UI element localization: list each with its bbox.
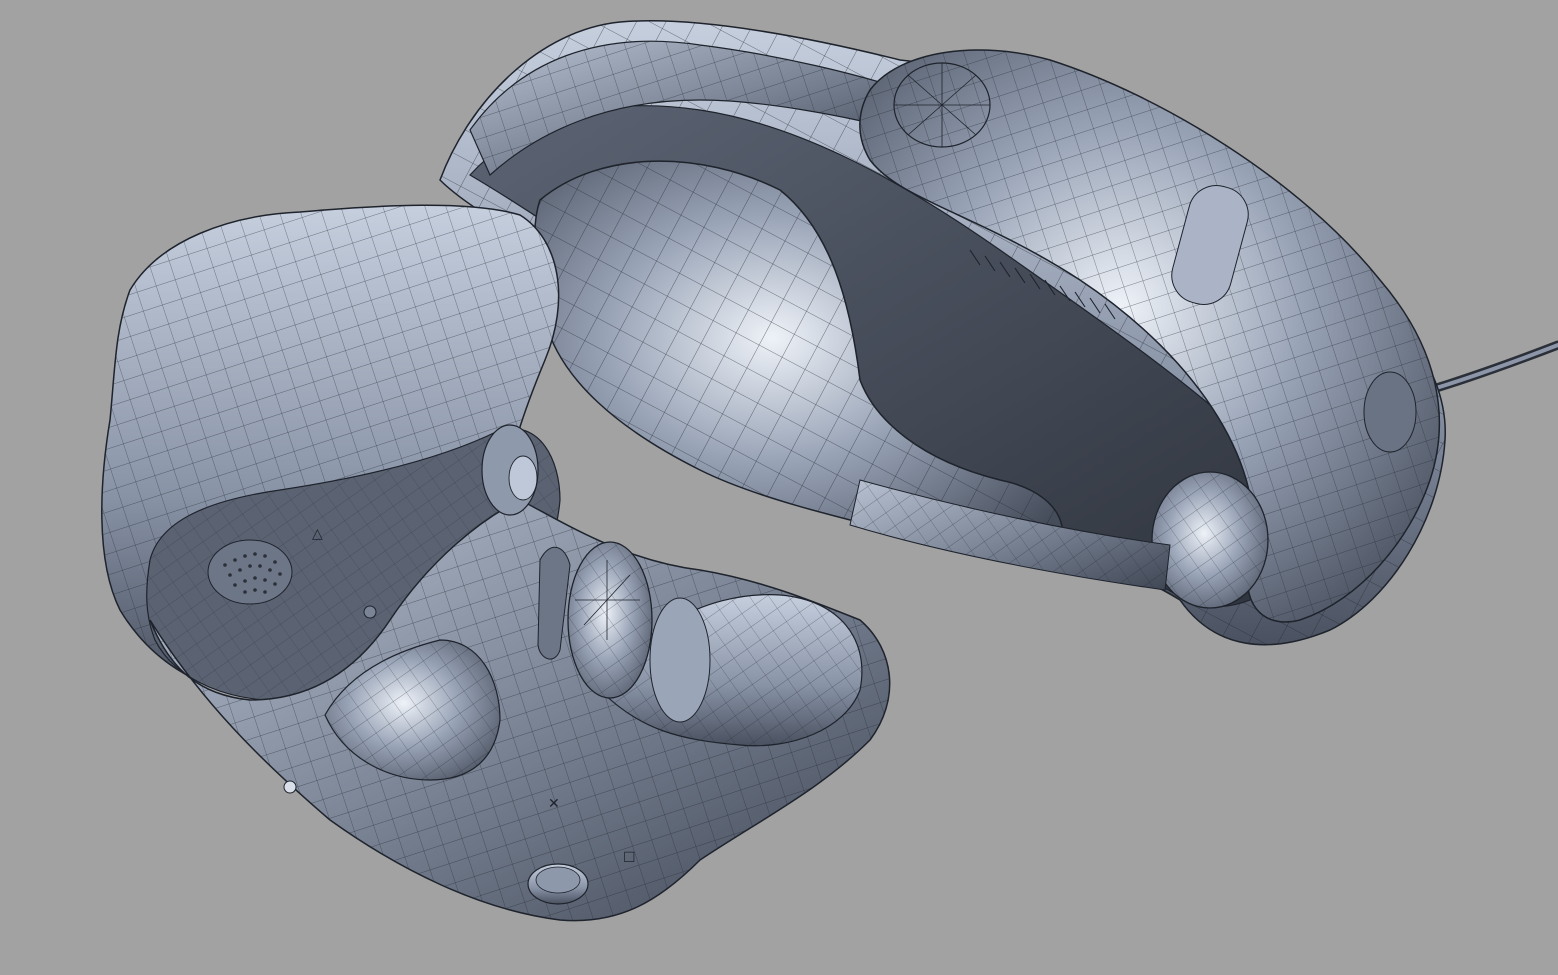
render-canvas: △ ✕ ☐ [101,20,1558,922]
speaker-grille [207,539,293,605]
3d-viewport[interactable]: △ ✕ ☐ [0,0,1558,975]
indicator-hole [283,780,297,794]
small-button [363,605,377,619]
square-glyph: ☐ [623,850,636,866]
lens-left [481,424,539,516]
triangle-glyph: △ [312,526,323,542]
cross-glyph: ✕ [548,796,560,812]
